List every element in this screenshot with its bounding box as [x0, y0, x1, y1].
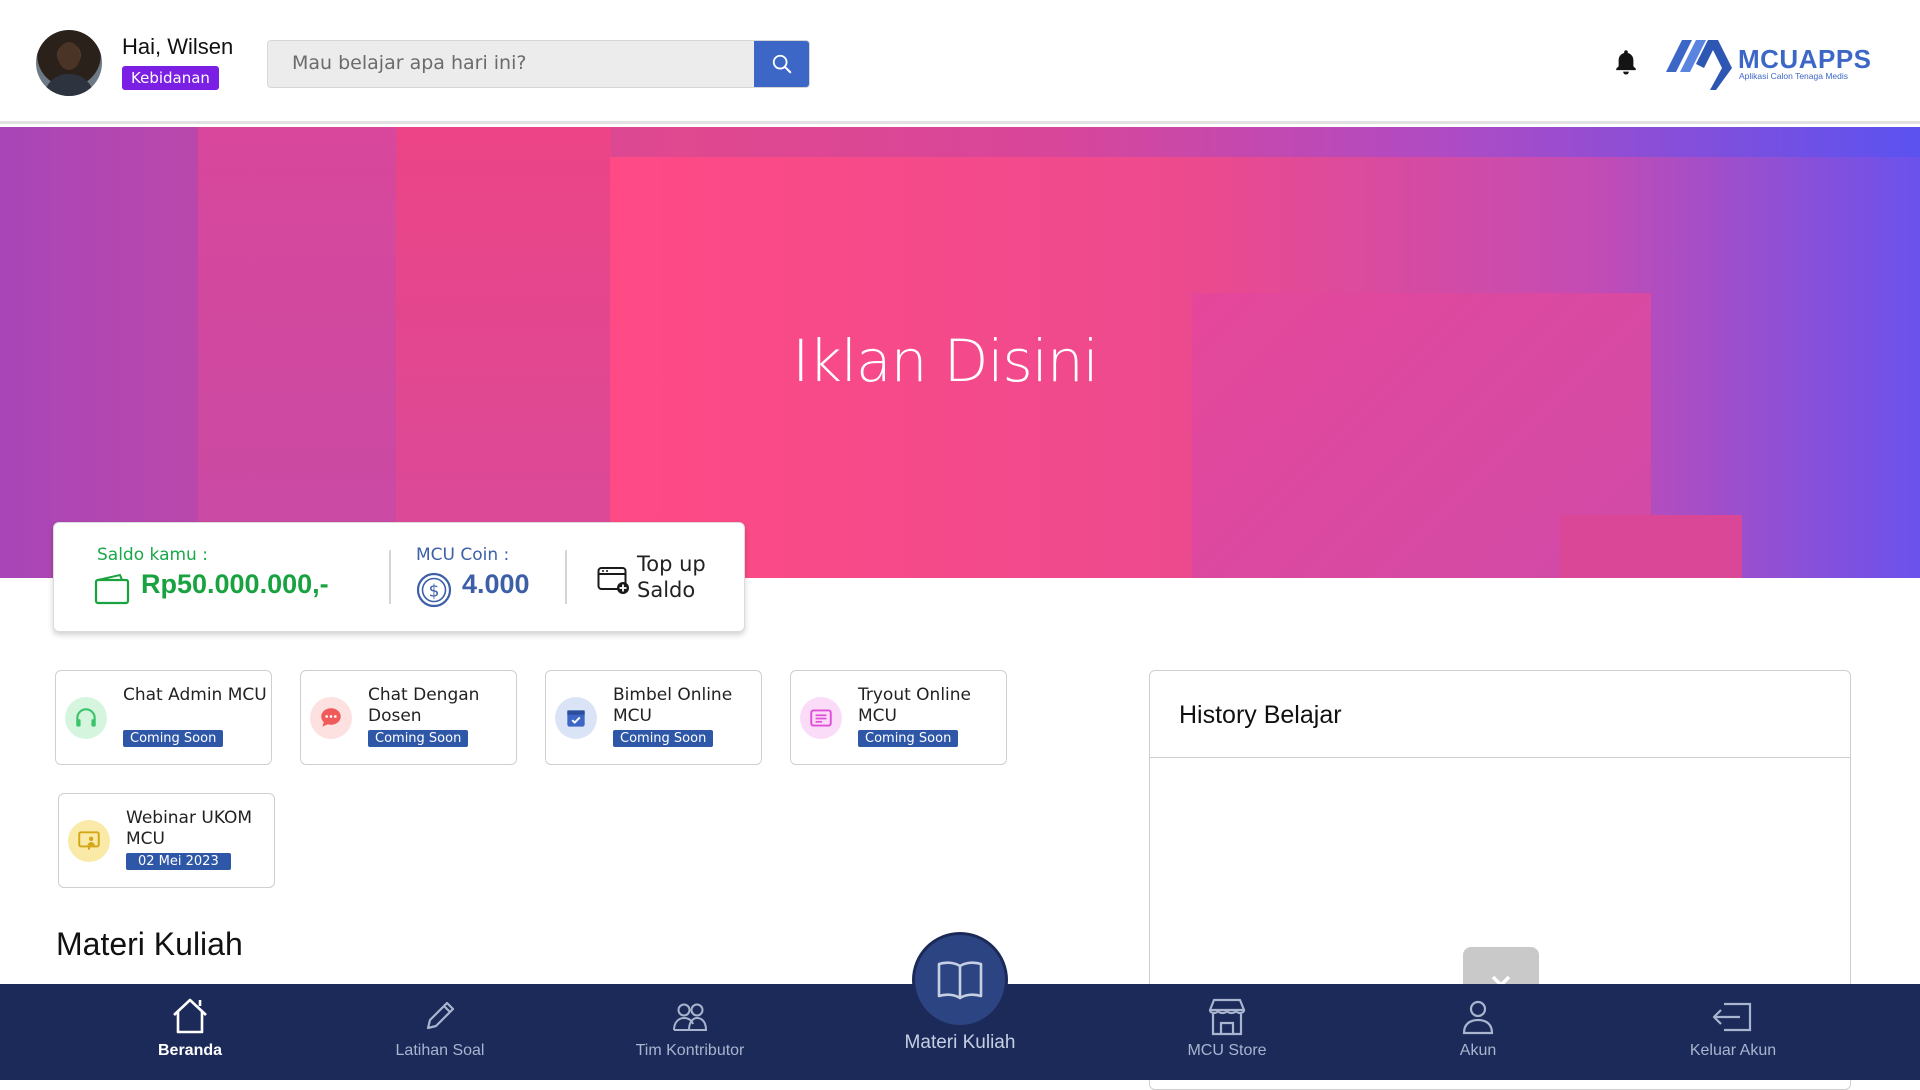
- avatar-face: [58, 42, 80, 70]
- topup-label: Top up Saldo: [637, 552, 706, 602]
- pencil-icon: [426, 1001, 455, 1030]
- bell-icon: [1616, 50, 1636, 75]
- feature-date-badge: 02 Mei 2023: [126, 853, 231, 870]
- feature-card-tryout[interactable]: Tryout Online MCU Coming Soon: [790, 670, 1007, 765]
- history-header: History Belajar: [1150, 671, 1850, 758]
- nav-item-tim-kontributor[interactable]: Tim Kontributor: [590, 984, 790, 1080]
- svg-text:$: $: [429, 582, 440, 602]
- nav-item-mcu-store[interactable]: MCU Store: [1127, 984, 1327, 1080]
- feature-badge: Coming Soon: [858, 730, 959, 747]
- feature-title: Chat Dengan Dosen: [368, 685, 480, 726]
- divider: [565, 550, 567, 604]
- top-header: Hai, Wilsen Kebidanan MCUAPPS Aplikasi C…: [0, 0, 1920, 124]
- notification-bell-button[interactable]: [1612, 48, 1640, 78]
- history-title: History Belajar: [1179, 701, 1342, 729]
- wallet-icon: [94, 573, 130, 605]
- user-icon: [1462, 1000, 1494, 1035]
- mcuapps-logo[interactable]: MCUAPPS Aplikasi Calon Tenaga Medis: [1666, 38, 1876, 90]
- list-doc-icon: [800, 697, 842, 739]
- nav-label: MCU Store: [1187, 1042, 1267, 1059]
- saldo-label: Saldo kamu :: [97, 545, 208, 565]
- headset-icon: [65, 697, 107, 739]
- coin-label: MCU Coin :: [416, 545, 510, 565]
- feature-card-bimbel[interactable]: Bimbel Online MCU Coming Soon: [545, 670, 762, 765]
- coin-value: 4.000: [462, 569, 530, 599]
- wallet-add-icon: [597, 567, 629, 594]
- saldo-value: Rp50.000.000,-: [141, 569, 329, 599]
- divider: [389, 550, 391, 604]
- avatar-shirt: [44, 74, 94, 96]
- feature-title: Chat Admin MCU: [123, 685, 267, 705]
- banner-title: Iklan Disini: [792, 327, 1099, 395]
- nav-label: Keluar Akun: [1689, 1042, 1777, 1059]
- banner-shape: [1560, 515, 1742, 578]
- book-icon: [937, 961, 983, 1000]
- chat-bubble-icon: [310, 697, 352, 739]
- feature-title: Webinar UKOM MCU: [126, 808, 253, 849]
- nav-label: Akun: [1459, 1042, 1497, 1059]
- coin-icon: $: [416, 572, 452, 608]
- search-icon: [772, 54, 791, 74]
- balance-card: Saldo kamu : Rp50.000.000,- MCU Coin : $…: [53, 522, 745, 632]
- calendar-check-icon: [555, 697, 597, 739]
- presentation-icon: [68, 820, 110, 862]
- team-icon: [673, 1003, 708, 1031]
- home-icon: [173, 998, 207, 1034]
- feature-title: Bimbel Online MCU: [613, 685, 733, 726]
- feature-card-chat-admin[interactable]: Chat Admin MCU Coming Soon: [55, 670, 272, 765]
- nav-label-materi-kuliah[interactable]: Materi Kuliah: [860, 1032, 1060, 1054]
- nav-item-latihan-soal[interactable]: Latihan Soal: [340, 984, 540, 1080]
- feature-card-webinar[interactable]: Webinar UKOM MCU 02 Mei 2023: [58, 793, 275, 888]
- feature-badge: Coming Soon: [123, 730, 224, 747]
- logout-icon: [1712, 1002, 1752, 1032]
- user-avatar[interactable]: [36, 30, 102, 96]
- feature-badge: Coming Soon: [613, 730, 714, 747]
- logo-tagline: Aplikasi Calon Tenaga Medis: [1739, 71, 1848, 81]
- materi-kuliah-fab[interactable]: [912, 932, 1008, 1028]
- nav-label: Beranda: [157, 1042, 223, 1059]
- role-badge: Kebidanan: [122, 66, 219, 90]
- feature-title: Tryout Online MCU: [858, 685, 972, 726]
- nav-item-beranda[interactable]: Beranda: [90, 984, 290, 1080]
- ad-banner[interactable]: Iklan Disini: [0, 127, 1920, 578]
- nav-item-keluar-akun[interactable]: Keluar Akun: [1633, 984, 1833, 1080]
- store-icon: [1208, 998, 1246, 1036]
- search-button[interactable]: [754, 41, 809, 87]
- greeting-text: Hai, Wilsen: [122, 34, 234, 59]
- logo-mark-icon: [1666, 40, 1732, 90]
- nav-item-akun[interactable]: Akun: [1378, 984, 1578, 1080]
- nav-label: Tim Kontributor: [635, 1042, 745, 1059]
- feature-badge: Coming Soon: [368, 730, 469, 747]
- search-input[interactable]: [268, 41, 754, 85]
- feature-card-chat-dosen[interactable]: Chat Dengan Dosen Coming Soon: [300, 670, 517, 765]
- nav-label: Latihan Soal: [395, 1042, 485, 1059]
- search-bar: [267, 40, 810, 88]
- materi-kuliah-title: Materi Kuliah: [56, 926, 243, 962]
